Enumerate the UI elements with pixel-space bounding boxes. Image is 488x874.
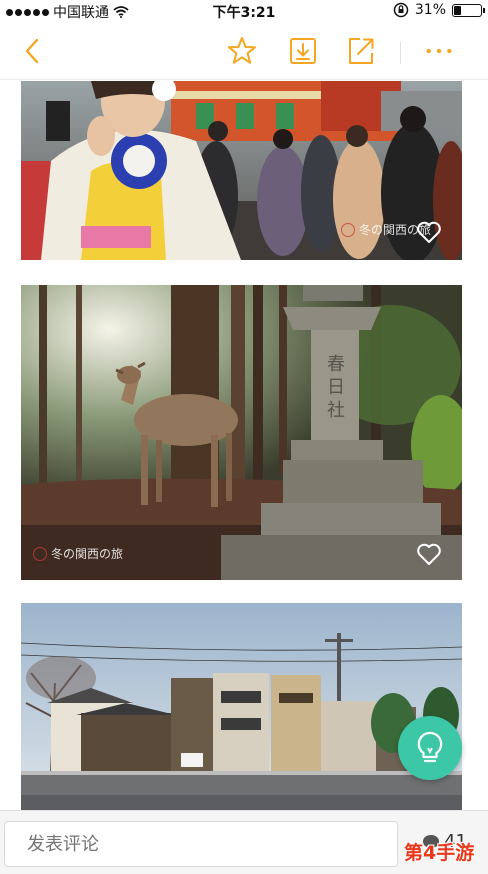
download-icon[interactable] bbox=[288, 36, 318, 66]
comment-input[interactable] bbox=[4, 821, 398, 867]
svg-text:春: 春 bbox=[327, 354, 345, 375]
heart-icon[interactable] bbox=[416, 542, 442, 566]
photo-card-1[interactable]: 冬の関西の旅 bbox=[21, 81, 462, 260]
orientation-lock-icon bbox=[393, 2, 409, 18]
more-icon[interactable] bbox=[424, 36, 454, 66]
svg-text:社: 社 bbox=[327, 400, 345, 421]
battery-percent: 31% bbox=[414, 2, 446, 18]
photo-caption: 冬の関西の旅 bbox=[33, 545, 123, 562]
photo-card-3[interactable] bbox=[21, 603, 462, 810]
battery-icon bbox=[452, 3, 485, 17]
heart-icon[interactable] bbox=[416, 220, 442, 244]
photo-feed[interactable]: 冬の関西の旅 春 日 社 冬の関西の旅 bbox=[0, 81, 488, 810]
back-icon[interactable] bbox=[18, 36, 48, 66]
star-icon[interactable] bbox=[227, 36, 257, 66]
photo-caption-text: 冬の関西の旅 bbox=[51, 547, 124, 561]
brand-logo-icon bbox=[341, 222, 355, 237]
status-bar: 中国联通 下午3:21 31% bbox=[0, 0, 488, 22]
photo-kyoto-street bbox=[21, 603, 462, 810]
brand-logo-icon bbox=[33, 546, 47, 561]
site-watermark: 第4手游 bbox=[404, 842, 475, 864]
svg-text:日: 日 bbox=[327, 377, 345, 398]
toolbar-divider bbox=[400, 42, 401, 64]
photo-card-2[interactable]: 春 日 社 冬の関西の旅 bbox=[21, 285, 462, 580]
battery-fill bbox=[454, 5, 461, 15]
lightbulb-icon bbox=[417, 731, 443, 763]
photo-deer-lantern: 春 日 社 bbox=[21, 285, 462, 580]
toolbar bbox=[0, 22, 488, 80]
share-icon[interactable] bbox=[346, 36, 376, 66]
lightbulb-fab-button[interactable] bbox=[398, 716, 462, 780]
status-right: 31% bbox=[393, 2, 485, 18]
